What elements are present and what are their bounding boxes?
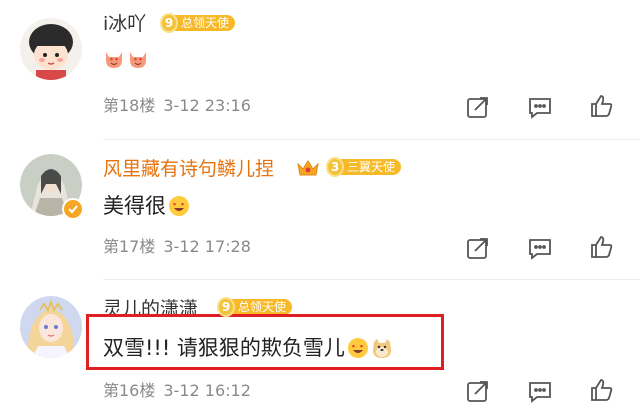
comment-meta: 第17楼 3-12 17:28 xyxy=(103,238,251,256)
floor-number: 第16楼 xyxy=(103,381,156,400)
heart-eyes-cat-emoji xyxy=(127,48,149,70)
comment-icon[interactable] xyxy=(527,235,553,261)
comment-icon[interactable] xyxy=(527,94,553,120)
like-icon[interactable] xyxy=(589,377,615,403)
floor-number: 第17楼 xyxy=(103,237,156,256)
crown-icon xyxy=(296,158,320,178)
comment-meta: 第18楼 3-12 23:16 xyxy=(103,97,251,115)
comment-text xyxy=(103,48,151,70)
share-icon[interactable] xyxy=(465,94,491,120)
badge-title: 三翼天使 xyxy=(338,159,402,175)
like-icon[interactable] xyxy=(589,234,615,260)
highlight-box xyxy=(86,314,444,370)
avatar[interactable] xyxy=(20,296,82,358)
comment-text-content: 美得很 xyxy=(103,194,166,218)
comment-item: i冰吖 9 总领天使 第18楼 3-12 23:16 xyxy=(0,0,640,140)
verified-icon xyxy=(62,198,84,220)
comment-time: 3-12 23:16 xyxy=(163,96,251,115)
badge-level: 3 xyxy=(326,157,344,177)
comment-time: 3-12 17:28 xyxy=(163,237,251,256)
user-badge[interactable]: 3 三翼天使 xyxy=(326,156,402,178)
username[interactable]: 风里藏有诗句鳞儿捏 xyxy=(103,158,274,180)
badge-level: 9 xyxy=(160,13,178,33)
username[interactable]: i冰吖 xyxy=(103,13,146,35)
comment-time: 3-12 16:12 xyxy=(163,381,251,400)
floor-number: 第18楼 xyxy=(103,96,156,115)
avatar[interactable] xyxy=(20,18,82,80)
comment-meta: 第16楼 3-12 16:12 xyxy=(103,382,251,400)
heart-eyes-cat-emoji xyxy=(103,48,125,70)
share-icon[interactable] xyxy=(465,378,491,404)
comment-icon[interactable] xyxy=(527,378,553,404)
share-icon[interactable] xyxy=(465,235,491,261)
comment-text: 美得很 xyxy=(103,192,192,220)
badge-level: 9 xyxy=(217,297,235,317)
user-badge[interactable]: 9 总领天使 xyxy=(160,12,236,34)
badge-title: 总领天使 xyxy=(172,15,236,31)
comment-item: 风里藏有诗句鳞儿捏 3 三翼天使 美得很 第17楼 3-12 17:28 xyxy=(0,140,640,280)
badge-title: 总领天使 xyxy=(229,299,293,315)
like-icon[interactable] xyxy=(589,93,615,119)
heart-eyes-emoji xyxy=(168,195,190,217)
